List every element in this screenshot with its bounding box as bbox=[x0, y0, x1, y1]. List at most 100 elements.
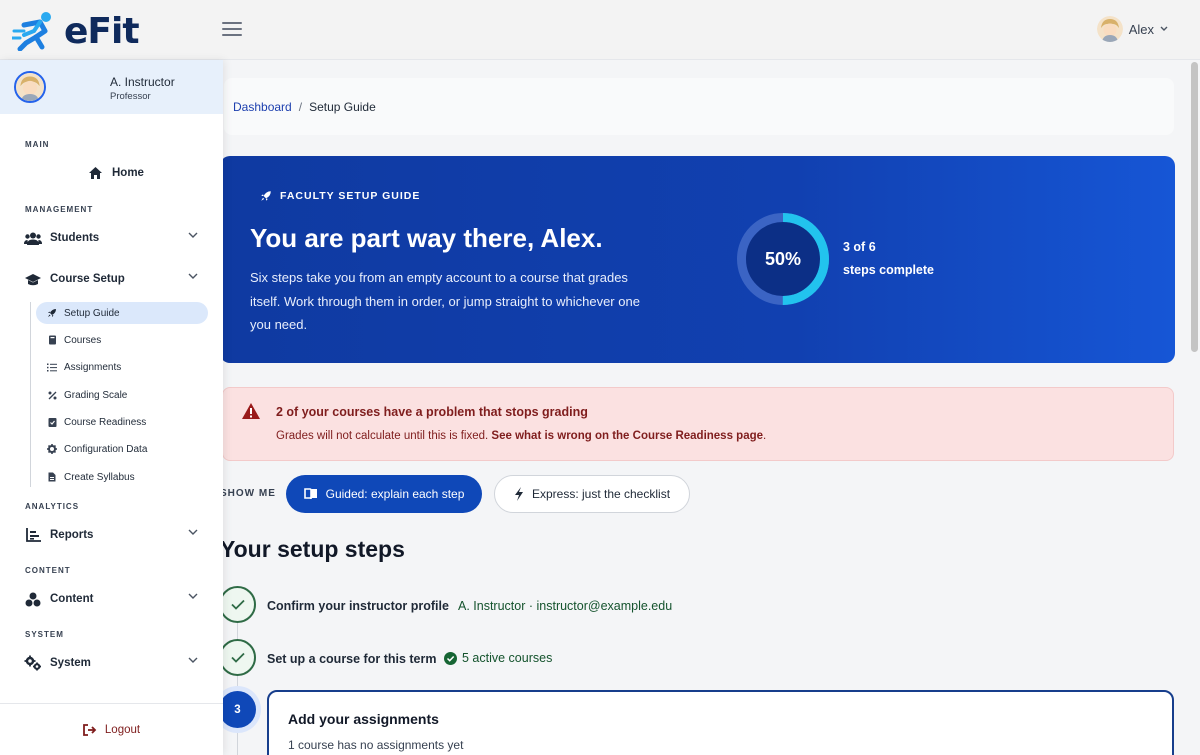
scrollbar-thumb[interactable] bbox=[1191, 62, 1198, 352]
file-icon bbox=[46, 472, 58, 482]
users-icon bbox=[24, 229, 42, 247]
sidebar-item-course-setup[interactable]: Course Setup bbox=[24, 267, 204, 291]
check-icon bbox=[230, 599, 245, 610]
avatar bbox=[1096, 16, 1123, 42]
sidebar-item-label: System bbox=[50, 657, 91, 669]
shapes-icon bbox=[24, 590, 42, 608]
gears-icon bbox=[24, 654, 42, 672]
alert-body: Grades will not calculate until this is … bbox=[276, 430, 766, 442]
list-icon bbox=[46, 363, 58, 372]
app-name: eFit bbox=[64, 10, 140, 52]
gear-icon bbox=[46, 444, 58, 454]
book-open-icon bbox=[303, 488, 317, 500]
sidebar-item-system[interactable]: System bbox=[24, 651, 204, 675]
step-1-meta: A. Instructor · instructor@example.edu bbox=[458, 599, 672, 613]
step-1-meta-text: A. Instructor · instructor@example.edu bbox=[458, 599, 673, 613]
sidebar-item-label: Content bbox=[50, 593, 94, 605]
sidebar-subitem-setup-guide[interactable]: Setup Guide bbox=[36, 302, 208, 324]
alert-body-text: Grades will not calculate until this is … bbox=[276, 430, 489, 442]
step-3-title: Add your assignments bbox=[288, 711, 439, 727]
app-logo[interactable]: eFit bbox=[12, 10, 140, 52]
sidebar-item-label: Home bbox=[112, 167, 144, 179]
section-system: SYSTEM bbox=[25, 630, 64, 639]
sidebar-item-label: Students bbox=[50, 232, 100, 244]
sidebar-subitem-create-syllabus[interactable]: Create Syllabus bbox=[36, 466, 208, 488]
hero-tag: FACULTY SETUP GUIDE bbox=[260, 190, 420, 202]
step-1-done-badge bbox=[219, 586, 256, 623]
check-circle-icon bbox=[444, 651, 457, 665]
section-analytics: ANALYTICS bbox=[25, 502, 80, 511]
setup-guide-hero: FACULTY SETUP GUIDE You are part way the… bbox=[220, 156, 1175, 363]
sidebar-subitem-configuration-data[interactable]: Configuration Data bbox=[36, 438, 208, 460]
section-management: MANAGEMENT bbox=[25, 205, 94, 214]
hero-title: You are part way there, Alex. bbox=[250, 223, 603, 253]
sidebar-item-label: Course Setup bbox=[50, 273, 125, 285]
step-3-card[interactable]: Add your assignments 1 course has no ass… bbox=[267, 690, 1174, 755]
sidebar-item-reports[interactable]: Reports bbox=[24, 523, 204, 547]
express-mode-label: Express: just the checklist bbox=[531, 487, 671, 501]
sidebar: A. Instructor Professor MAIN Home MANAGE… bbox=[0, 60, 223, 755]
chevron-down-icon bbox=[188, 657, 198, 663]
chevron-down-icon bbox=[188, 529, 198, 535]
logout-button[interactable]: Logout bbox=[0, 703, 223, 755]
rocket-icon bbox=[46, 308, 58, 318]
sidebar-subitem-course-readiness[interactable]: Course Readiness bbox=[36, 411, 208, 433]
hero-description: Six steps take you from an empty account… bbox=[250, 270, 640, 332]
logout-label: Logout bbox=[104, 723, 141, 736]
rocket-icon bbox=[261, 191, 271, 201]
submenu-guide-line bbox=[30, 302, 31, 487]
sidebar-subitem-grading-scale[interactable]: Grading Scale bbox=[36, 384, 208, 406]
step-3-number: 3 bbox=[234, 703, 241, 716]
section-main: MAIN bbox=[25, 140, 50, 149]
guided-mode-button[interactable]: Guided: explain each step bbox=[286, 475, 482, 513]
section-content: CONTENT bbox=[25, 566, 71, 575]
chevron-down-icon bbox=[188, 273, 198, 279]
sidebar-subitem-label: Course Readiness bbox=[64, 416, 147, 428]
step-2-label[interactable]: Set up a course for this term bbox=[267, 652, 436, 666]
alert-title: 2 of your courses have a problem that st… bbox=[276, 405, 588, 419]
alert-period: . bbox=[763, 430, 767, 442]
chevron-down-icon bbox=[188, 593, 198, 599]
grading-alert: 2 of your courses have a problem that st… bbox=[222, 387, 1174, 461]
book-icon bbox=[46, 335, 58, 345]
step-2-done-badge bbox=[219, 639, 256, 676]
profile-role: Professor bbox=[110, 91, 151, 102]
sidebar-subitem-assignments[interactable]: Assignments bbox=[36, 356, 208, 378]
runner-icon bbox=[12, 12, 51, 51]
clipboard-check-icon bbox=[46, 417, 58, 427]
chevron-down-icon bbox=[188, 232, 198, 238]
page-scrollbar[interactable] bbox=[1191, 62, 1198, 752]
breadcrumb-current: Setup Guide bbox=[309, 99, 376, 114]
hero-tag-label: FACULTY SETUP GUIDE bbox=[280, 190, 421, 202]
step-2-meta-text: 5 active courses bbox=[462, 651, 553, 665]
sidebar-item-content[interactable]: Content bbox=[24, 587, 204, 611]
sidebar-subitem-label: Setup Guide bbox=[64, 307, 120, 319]
bar-chart-icon bbox=[24, 526, 42, 544]
express-mode-button[interactable]: Express: just the checklist bbox=[494, 475, 690, 513]
step-2-meta: 5 active courses bbox=[444, 651, 552, 665]
check-icon bbox=[230, 652, 245, 663]
sidebar-subitem-label: Grading Scale bbox=[64, 389, 128, 401]
sidebar-item-students[interactable]: Students bbox=[24, 226, 204, 250]
sidebar-subitem-courses[interactable]: Courses bbox=[36, 329, 208, 351]
percent-icon bbox=[46, 391, 58, 400]
step-3-description: 1 course has no assignments yet bbox=[288, 738, 464, 752]
menu-toggle-icon[interactable] bbox=[222, 22, 242, 38]
breadcrumb-dashboard-link[interactable]: Dashboard bbox=[233, 100, 292, 114]
user-menu[interactable]: Alex bbox=[1096, 16, 1168, 42]
sidebar-item-home[interactable]: Home bbox=[86, 161, 186, 185]
steps-count: 3 of 6 bbox=[843, 240, 876, 254]
sidebar-subitem-label: Courses bbox=[64, 334, 102, 346]
breadcrumb: Dashboard / Setup Guide bbox=[224, 78, 1174, 135]
user-name: Alex bbox=[1128, 21, 1154, 37]
sidebar-subitem-label: Assignments bbox=[64, 361, 122, 373]
profile-name: A. Instructor bbox=[110, 75, 175, 89]
avatar bbox=[14, 71, 46, 103]
course-readiness-link[interactable]: See what is wrong on the Course Readines… bbox=[491, 430, 763, 442]
sidebar-item-label: Reports bbox=[50, 529, 94, 541]
step-1-label[interactable]: Confirm your instructor profile bbox=[267, 599, 449, 613]
progress-percent: 50% bbox=[764, 248, 802, 269]
bolt-icon bbox=[514, 487, 523, 501]
warning-icon bbox=[242, 403, 260, 419]
breadcrumb-separator: / bbox=[298, 99, 303, 114]
